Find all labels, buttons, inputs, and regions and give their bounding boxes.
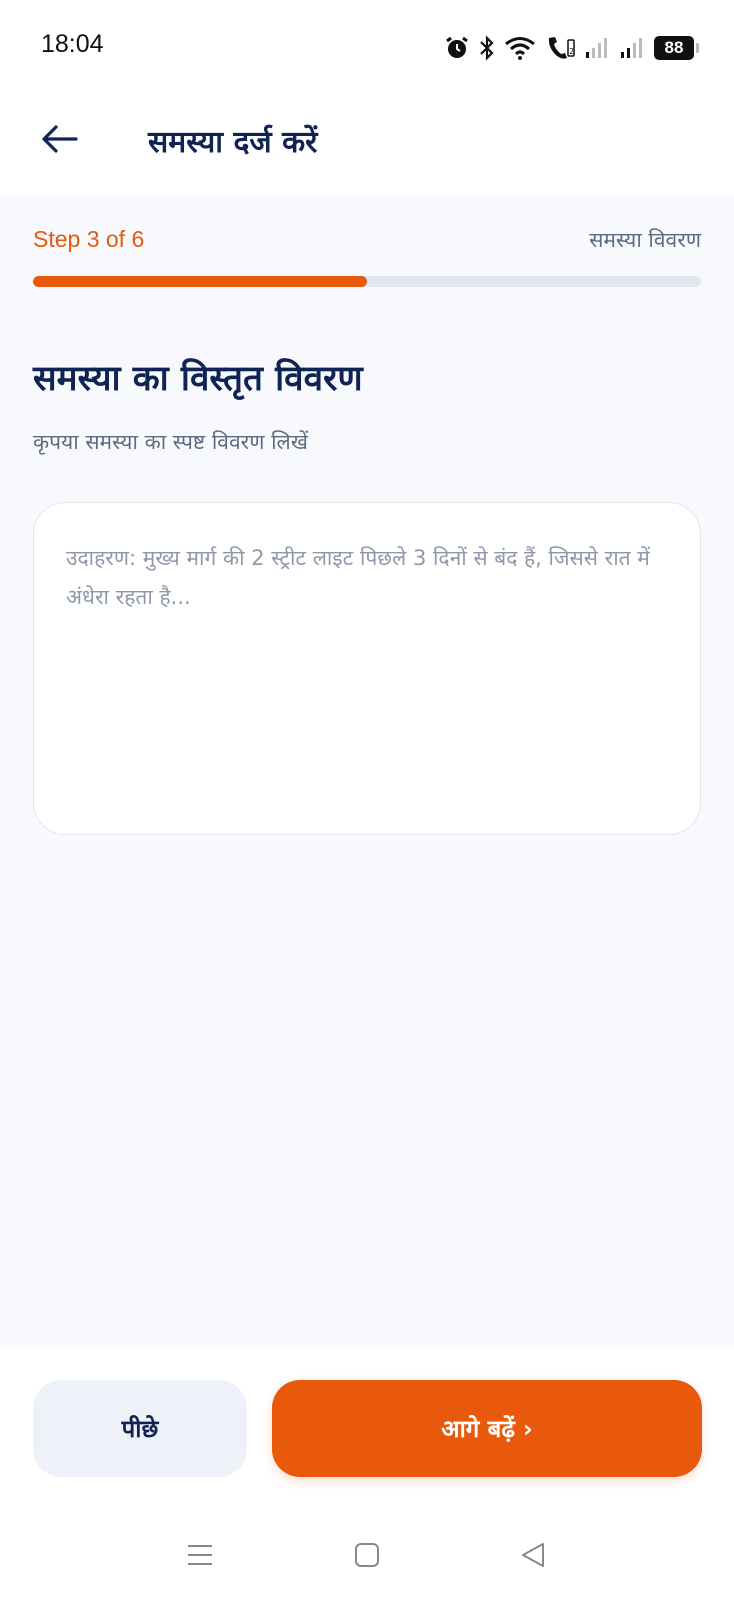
chevron-right-icon: ›	[522, 1414, 533, 1443]
step-name-label: समस्या विवरण	[589, 228, 701, 252]
section-subtitle: कृपया समस्या का स्पष्ट विवरण लिखें	[33, 430, 308, 454]
description-textarea[interactable]	[33, 502, 701, 835]
next-button-label: आगे बढ़ें	[441, 1415, 515, 1443]
progress-bar-fill	[33, 276, 367, 287]
back-arrow-button[interactable]	[34, 114, 84, 164]
back-button[interactable]: पीछे	[33, 1380, 247, 1477]
wifi-icon	[504, 36, 536, 60]
back-button-label: पीछे	[121, 1415, 159, 1443]
signal-icon-2	[619, 36, 645, 60]
bluetooth-icon	[479, 35, 495, 61]
progress-bar	[33, 276, 701, 287]
back-triangle-icon[interactable]	[503, 1520, 563, 1590]
section-title: समस्या का विस्तृत विवरण	[33, 359, 363, 399]
wifi-call-icon: 2	[545, 34, 575, 62]
page-title: समस्या दर्ज करें	[148, 125, 318, 160]
status-icons: 2 88	[444, 32, 699, 64]
next-button[interactable]: आगे बढ़ें ›	[272, 1380, 702, 1477]
arrow-left-icon	[42, 125, 78, 153]
app-bar: समस्या दर्ज करें	[0, 90, 734, 195]
alarm-icon	[444, 35, 470, 61]
battery-icon: 88	[654, 36, 699, 60]
menu-icon[interactable]	[170, 1520, 230, 1590]
status-time: 18:04	[41, 30, 104, 58]
status-bar: 18:04 2 88	[0, 0, 734, 90]
signal-icon-1	[584, 36, 610, 60]
step-count-label: Step 3 of 6	[33, 226, 145, 252]
step-indicator: Step 3 of 6 समस्या विवरण	[33, 226, 701, 260]
svg-text:2: 2	[569, 47, 574, 56]
system-nav-bar	[0, 1520, 734, 1590]
home-icon[interactable]	[337, 1520, 397, 1590]
